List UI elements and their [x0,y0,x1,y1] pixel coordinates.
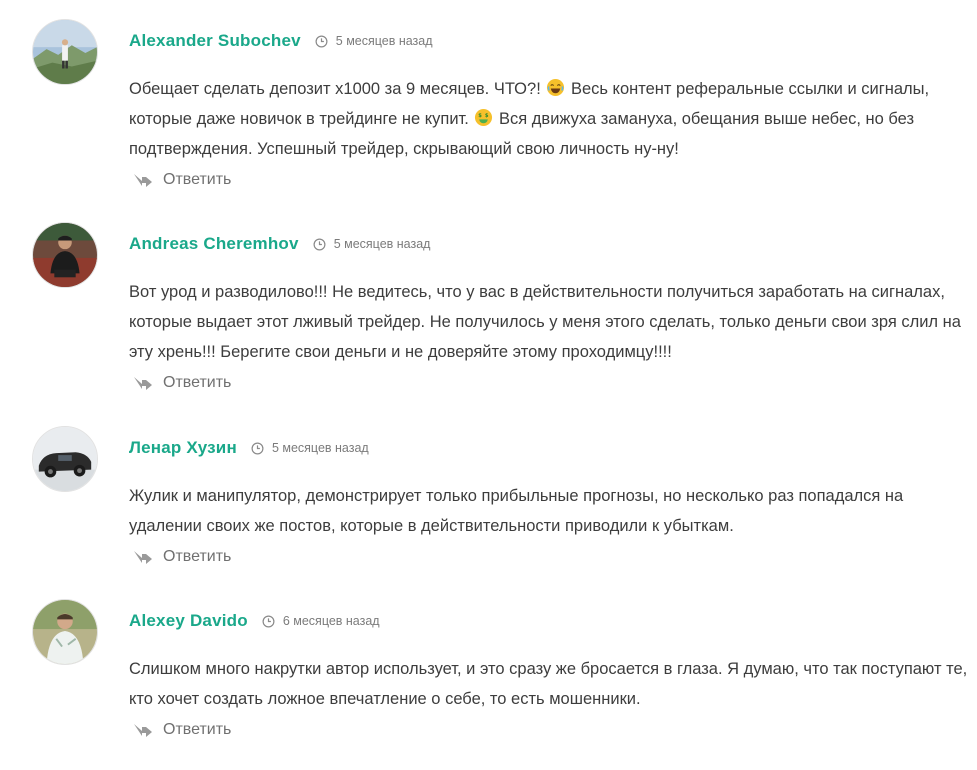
reply-button[interactable]: Ответить [133,171,231,189]
clock-icon [251,442,264,454]
comment-text: Слишком много накрутки автор использует,… [129,660,968,708]
comment-date: 5 месяцев назад [313,237,431,251]
avatar[interactable] [32,599,98,665]
comment-text: Жулик и манипулятор, демонстрирует тольк… [129,487,904,535]
author-name[interactable]: Ленар Хузин [129,438,237,458]
date-text: 5 месяцев назад [333,237,431,251]
comment-text: Вот урод и разводилово!!! Не ведитесь, ч… [129,283,961,361]
money-mouth-emoji: $ $ [475,108,493,127]
reply-label: Ответить [163,374,232,391]
reply-arrow-icon [134,174,152,187]
laughing-emoji [547,78,565,97]
date-text: 5 месяцев назад [335,34,433,48]
comment-text-part: Обещает сделать депозит х1000 за 9 месяц… [129,80,546,98]
reply-arrow-icon [134,377,152,390]
reply-label: Ответить [163,721,232,738]
comment-meta: Ленар Хузин 5 месяцев назад [129,436,369,460]
comment-text: Обещает сделать депозит х1000 за 9 месяц… [129,74,969,164]
comment-meta: Andreas Cheremhov 5 месяцев назад [129,232,430,256]
avatar[interactable] [32,19,98,85]
comment-meta: Alexey Davido 6 месяцев назад [129,609,380,633]
author-name[interactable]: Alexander Subochev [129,31,301,51]
comment-date: 6 месяцев назад [262,614,380,628]
clock-icon [262,615,275,627]
avatar[interactable] [32,222,98,288]
comment-meta: Alexander Subochev 5 месяцев назад [129,29,433,53]
reply-arrow-icon [134,551,152,564]
avatar[interactable] [32,426,98,492]
reply-button[interactable]: Ответить [133,721,231,739]
reply-button[interactable]: Ответить [133,374,231,392]
author-name[interactable]: Alexey Davido [129,611,248,631]
reply-label: Ответить [163,548,232,565]
comment-date: 5 месяцев назад [251,441,369,455]
comments-list: Alexander Subochev 5 месяцев назад Обеща… [0,0,977,770]
date-text: 5 месяцев назад [271,441,369,455]
clock-icon [313,238,326,250]
author-name[interactable]: Andreas Cheremhov [129,234,299,254]
reply-button[interactable]: Ответить [133,548,231,566]
svg-text:$: $ [479,113,483,119]
date-text: 6 месяцев назад [282,614,380,628]
clock-icon [315,35,328,47]
svg-text:$: $ [485,113,489,119]
comment-date: 5 месяцев назад [315,34,433,48]
reply-arrow-icon [134,724,152,737]
reply-label: Ответить [163,171,232,188]
